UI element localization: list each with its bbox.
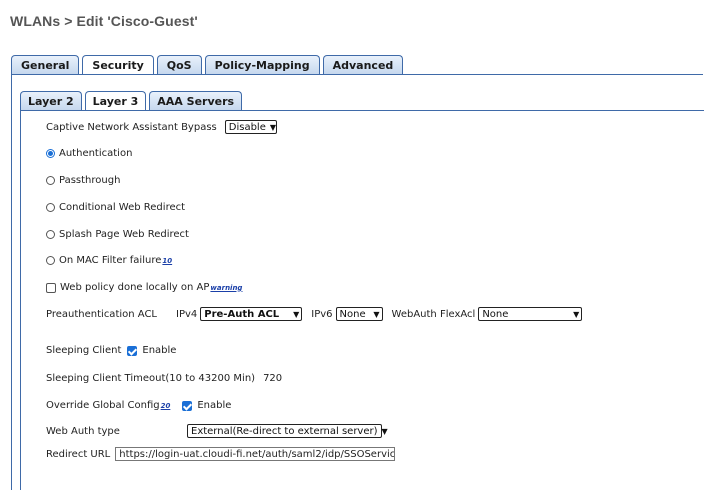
web-auth-type-row: Web Auth type External(Re-direct to exte… — [46, 424, 388, 438]
radio-passthrough[interactable]: Passthrough — [46, 175, 120, 186]
footnote-link[interactable]: 10 — [162, 257, 172, 265]
sleeping-client-label: Sleeping Client — [46, 345, 122, 356]
web-auth-type-value: External(Re-direct to external server) — [191, 425, 378, 437]
tab-advanced[interactable]: Advanced — [322, 55, 404, 74]
radio-button[interactable] — [46, 176, 55, 185]
captive-bypass-select[interactable]: Disable ▼ — [224, 120, 277, 134]
sleeping-client-row: Sleeping Client Enable — [46, 345, 176, 356]
tab-layer-2[interactable]: Layer 2 — [20, 91, 82, 110]
web-policy-local-label: Web policy done locally on AP — [60, 282, 210, 293]
page-title: WLANs > Edit 'Cisco-Guest' — [10, 13, 198, 29]
footnote-link[interactable]: 20 — [161, 402, 171, 410]
chevron-down-icon: ▼ — [573, 309, 580, 319]
chevron-down-icon: ▼ — [381, 426, 388, 436]
chevron-down-icon: ▼ — [373, 309, 380, 319]
radio-label: Authentication — [59, 148, 133, 159]
tab-aaa-servers[interactable]: AAA Servers — [149, 91, 243, 110]
redirect-url-input[interactable]: https://login-uat.cloudi-fi.net/auth/sam… — [115, 447, 396, 461]
flexacl-select[interactable]: None ▼ — [478, 307, 583, 321]
sleeping-client-enable-label: Enable — [142, 345, 177, 356]
sleeping-timeout-input[interactable]: 720 — [259, 371, 310, 385]
tab-security[interactable]: Security — [82, 55, 154, 75]
tab-qos[interactable]: QoS — [156, 55, 202, 74]
tab-layer-3[interactable]: Layer 3 — [84, 91, 147, 111]
radio-button[interactable] — [46, 230, 55, 239]
ipv6-acl-select[interactable]: None ▼ — [335, 307, 383, 321]
flexacl-label: WebAuth FlexAcl — [391, 308, 476, 320]
web-policy-local-row: Web policy done locally on AP warning — [46, 282, 242, 293]
radio-button[interactable] — [46, 203, 55, 212]
web-auth-type-label: Web Auth type — [46, 425, 120, 437]
radio-label: Passthrough — [59, 175, 121, 186]
main-tab-strip: General Security QoS Policy-Mapping Adva… — [11, 55, 406, 75]
radio-on-mac-filter-failure[interactable]: On MAC Filter failure 10 — [46, 255, 172, 266]
chevron-down-icon: ▼ — [269, 122, 277, 132]
override-global-label: Override Global Config — [46, 400, 160, 411]
captive-bypass-value: Disable — [228, 121, 266, 133]
sleeping-timeout-label: Sleeping Client Timeout(10 to 43200 Min) — [46, 372, 256, 384]
ipv6-label: IPv6 — [311, 308, 333, 320]
radio-conditional-web-redirect[interactable]: Conditional Web Redirect — [46, 202, 185, 213]
redirect-url-label: Redirect URL — [46, 448, 111, 460]
radio-label: Splash Page Web Redirect — [59, 229, 189, 240]
web-auth-type-select[interactable]: External(Re-direct to external server) ▼ — [187, 424, 388, 438]
ipv4-acl-value: Pre-Auth ACL — [204, 308, 280, 320]
override-global-row: Override Global Config 20 Enable — [46, 400, 231, 411]
tab-policy-mapping[interactable]: Policy-Mapping — [204, 55, 320, 74]
sub-tab-strip: Layer 2 Layer 3 AAA Servers — [20, 91, 245, 111]
radio-splash-page-web-redirect[interactable]: Splash Page Web Redirect — [46, 229, 189, 240]
ipv4-label: IPv4 — [176, 308, 198, 320]
preauth-acl-row: Preauthentication ACL IPv4 Pre-Auth ACL … — [46, 307, 583, 321]
chevron-down-icon: ▼ — [293, 309, 300, 319]
flexacl-value: None — [482, 308, 509, 320]
override-global-checkbox[interactable] — [182, 400, 193, 411]
radio-authentication[interactable]: Authentication — [46, 148, 132, 159]
override-global-enable-label: Enable — [197, 400, 232, 411]
radio-button[interactable] — [46, 149, 55, 158]
captive-bypass-label: Captive Network Assistant Bypass — [46, 121, 217, 133]
preauth-acl-label: Preauthentication ACL — [46, 308, 157, 320]
redirect-url-row: Redirect URL https://login-uat.cloudi-fi… — [46, 447, 396, 461]
ipv4-acl-select[interactable]: Pre-Auth ACL ▼ — [200, 307, 303, 321]
radio-label: On MAC Filter failure — [59, 255, 162, 266]
sleeping-client-checkbox[interactable] — [127, 345, 138, 356]
captive-bypass-row: Captive Network Assistant Bypass Disable… — [46, 120, 277, 134]
web-policy-local-checkbox[interactable] — [46, 282, 56, 293]
radio-button[interactable] — [46, 256, 55, 265]
tab-general[interactable]: General — [11, 55, 80, 74]
radio-label: Conditional Web Redirect — [59, 202, 186, 213]
warning-link[interactable]: warning — [210, 284, 242, 292]
sleeping-timeout-row: Sleeping Client Timeout(10 to 43200 Min)… — [46, 371, 310, 385]
ipv6-acl-value: None — [339, 308, 366, 320]
